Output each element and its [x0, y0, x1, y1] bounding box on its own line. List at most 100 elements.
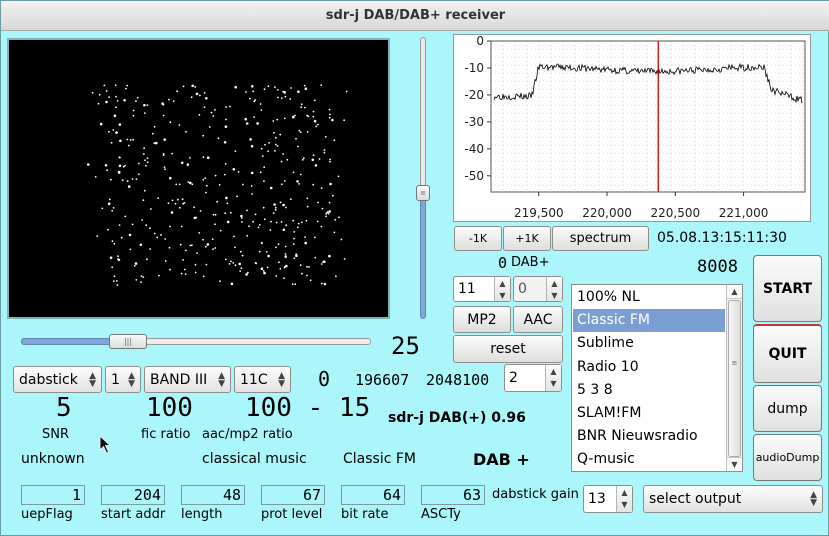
constellation-point: [313, 99, 316, 102]
minus-1k-button[interactable]: -1K: [454, 226, 502, 251]
constellation-point: [187, 181, 190, 184]
spectrum-trace: [493, 62, 803, 104]
constellation-point: [212, 213, 215, 216]
constellation-point: [240, 267, 243, 269]
station-list-item[interactable]: Classic FM: [573, 309, 725, 333]
vertical-slider-handle[interactable]: ≡: [416, 185, 430, 201]
constellation-point: [225, 106, 228, 108]
constellation-point: [132, 138, 134, 141]
constellation-point: [176, 90, 179, 93]
constellation-point: [300, 221, 303, 224]
station-list-item[interactable]: Q-music: [573, 448, 725, 471]
audio-dump-button[interactable]: audioDump: [753, 434, 822, 481]
spin-arrows-icon[interactable]: ▲ ▼: [494, 277, 510, 301]
plus-1k-button[interactable]: +1K: [503, 226, 551, 251]
mode-select[interactable]: 1 ▲ ▼: [105, 366, 141, 393]
horizontal-slider-handle[interactable]: |||: [109, 334, 147, 349]
constellation-point: [97, 102, 100, 105]
start-button[interactable]: START: [753, 255, 822, 322]
constellation-point: [261, 155, 264, 157]
constellation-point: [250, 171, 254, 175]
aac-ratio-label: aac/mp2 ratio: [202, 427, 293, 442]
field-label: prot level: [261, 507, 323, 522]
constellation-point: [185, 130, 187, 133]
scroll-up-icon[interactable]: ▲: [727, 285, 742, 299]
y-tick-label: -50: [464, 169, 484, 183]
field-value: 67: [261, 485, 325, 505]
constellation-point: [108, 130, 110, 133]
sync-state-label: unknown: [21, 451, 85, 467]
horizontal-slider[interactable]: |||: [21, 334, 373, 349]
reset-button[interactable]: reset: [453, 335, 563, 363]
constellation-point: [127, 185, 131, 188]
y-tick-label: 0: [476, 35, 484, 48]
dump-button[interactable]: dump: [753, 385, 822, 432]
constellation-point: [273, 131, 275, 134]
x-tick-label: 221,000: [719, 206, 769, 220]
constellation-point: [298, 129, 301, 132]
constellation-point: [204, 177, 207, 180]
constellation-point: [295, 137, 297, 140]
constellation-point: [191, 84, 194, 88]
constellation-point: [186, 163, 190, 166]
constellation-point: [279, 133, 282, 136]
constellation-point: [131, 223, 134, 226]
quit-button[interactable]: QUIT: [753, 324, 822, 383]
aac-button[interactable]: AAC: [513, 306, 563, 333]
spin-arrows-icon[interactable]: ▲ ▼: [546, 277, 562, 301]
offset-lcd: 0: [318, 367, 331, 391]
station-list-item[interactable]: 100% NL: [573, 286, 725, 309]
output-select[interactable]: select output ▲ ▼: [643, 485, 823, 513]
scroll-thumb[interactable]: ≡: [728, 300, 741, 457]
constellation-point: [230, 260, 232, 263]
station-list[interactable]: 100% NL Classic FM Sublime Radio 10 5 3 8 SLA…: [571, 284, 743, 472]
scroll-down-icon[interactable]: ▼: [727, 457, 742, 471]
constellation-point: [307, 115, 310, 118]
station-list-item[interactable]: Sublime: [573, 332, 725, 355]
constellation-point: [132, 109, 135, 112]
constellation-point: [164, 238, 167, 240]
constellation-point: [212, 248, 214, 251]
constellation-point: [303, 84, 306, 87]
constellation-point: [331, 118, 334, 122]
constellation-point: [240, 214, 243, 218]
vertical-slider[interactable]: ≡: [416, 37, 430, 319]
station-list-item[interactable]: Radio 10: [573, 356, 725, 379]
constellation-point: [241, 254, 244, 257]
station-list-item[interactable]: 5 3 8: [573, 379, 725, 402]
channel-spinbox[interactable]: 11 ▲ ▼: [453, 276, 511, 302]
constellation-point: [323, 149, 326, 151]
constellation-point: [98, 93, 101, 96]
station-list-item[interactable]: BNR Nieuwsradio: [573, 425, 725, 448]
spin-arrows-icon[interactable]: ▲ ▼: [616, 486, 632, 512]
constellation-point: [153, 142, 156, 145]
device-select[interactable]: dabstick ▲ ▼: [13, 366, 102, 393]
constellation-point: [163, 166, 166, 168]
station-list-item[interactable]: SLAM!FM: [573, 402, 725, 425]
constellation-point: [304, 241, 308, 245]
constellation-point: [294, 114, 296, 117]
constellation-point: [300, 106, 302, 109]
offset-spinbox[interactable]: 0 ▲ ▼: [513, 276, 563, 302]
station-list-scrollbar[interactable]: ▲ ≡ ▼: [726, 285, 742, 471]
mode-select-value: 1: [111, 371, 120, 388]
constellation-point: [190, 96, 193, 99]
constellation-point: [101, 207, 104, 210]
channel-select[interactable]: 11C ▲ ▼: [234, 366, 291, 393]
constellation-point: [262, 206, 265, 209]
spectrum-button[interactable]: spectrum: [552, 226, 649, 251]
constellation-point: [292, 219, 295, 222]
band-select[interactable]: BAND III ▲ ▼: [144, 366, 231, 393]
constellation-point: [306, 265, 308, 268]
constellation-point: [326, 211, 329, 214]
constellation-point: [251, 193, 254, 195]
constellation-point: [264, 143, 266, 146]
constellation-point: [292, 243, 295, 246]
constellation-point: [99, 122, 103, 126]
constellation-point: [140, 281, 142, 283]
constellation-point: [110, 141, 113, 144]
spin-arrows-icon[interactable]: ▲ ▼: [545, 365, 561, 391]
mp2-button[interactable]: MP2: [453, 306, 511, 333]
gain-spinbox[interactable]: 13 ▲ ▼: [583, 485, 633, 513]
subchannel-spinbox[interactable]: 2 ▲ ▼: [504, 364, 562, 392]
